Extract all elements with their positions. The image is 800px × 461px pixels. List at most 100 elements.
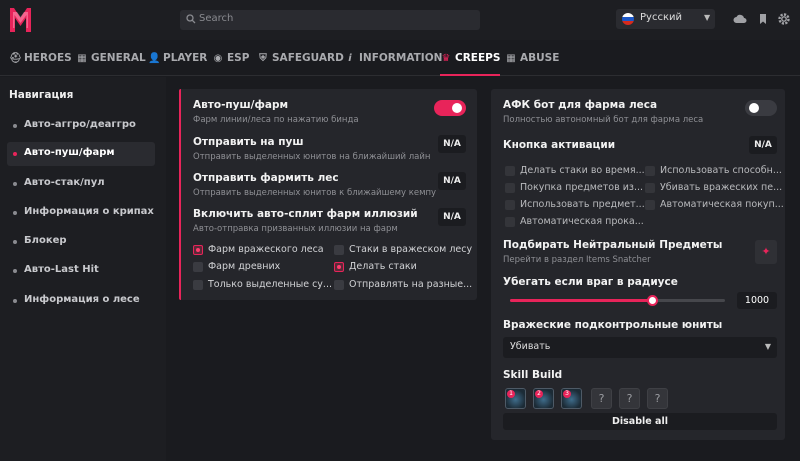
checkbox-label: Делать стаки — [349, 261, 417, 272]
tab-label: ESP — [227, 52, 250, 64]
neutral-items-title: Подбирать Нейтральный Предметы — [503, 239, 723, 251]
tab-safeguard[interactable]: ⛨ SAFEGUARD — [257, 52, 344, 76]
sidebar-item-label: Авто-стак/пул — [24, 177, 105, 188]
checkbox-box — [505, 217, 515, 227]
sidebar-item-auto-aggro[interactable]: Авто-аггро/деаггро — [7, 114, 155, 138]
question-icon: ? — [598, 392, 605, 405]
disable-all-button[interactable]: Disable all — [503, 413, 777, 430]
slider-thumb[interactable] — [646, 295, 658, 306]
send-push-subtitle: Отправить выделенных юнитов на ближайший… — [193, 152, 431, 162]
sidebar-item-blocker[interactable]: Блокер — [7, 230, 155, 254]
gear-icon[interactable] — [777, 12, 791, 26]
auto-split-bind-button[interactable]: N/A — [438, 208, 466, 226]
language-select[interactable]: Русский ▼ — [616, 9, 715, 29]
question-icon: ? — [654, 392, 661, 405]
bullet-icon — [13, 152, 17, 156]
sidebar-item-forest-info[interactable]: Информация о лесе — [7, 289, 155, 313]
checkbox-box — [193, 245, 203, 255]
sidebar-item-label: Блокер — [24, 235, 67, 246]
search-input[interactable]: Search — [180, 10, 480, 30]
afk-bot-toggle[interactable] — [745, 100, 777, 116]
sidebar-item-auto-stack[interactable]: Авто-стак/пул — [7, 172, 155, 196]
activation-key-title: Кнопка активации — [503, 139, 616, 151]
question-icon: ? — [626, 392, 633, 405]
send-farm-bind-button[interactable]: N/A — [438, 172, 466, 190]
sidebar-item-last-hit[interactable]: Авто-Last Hit — [7, 259, 155, 283]
tab-label: HEROES — [24, 52, 72, 64]
bookmark-icon[interactable] — [756, 12, 770, 26]
tab-general[interactable]: ▦ GENERAL — [76, 52, 146, 76]
checkbox-label: Автоматическая прока... — [520, 216, 644, 227]
tab-heroes[interactable]: ⛑ HEROES — [9, 52, 72, 76]
bullet-icon — [13, 299, 17, 303]
hero-icon: ⛑ — [9, 53, 22, 64]
checkbox-box — [505, 166, 515, 176]
sidebar-item-label: Информация о крипах — [24, 206, 154, 217]
tab-label: INFORMATION — [359, 52, 443, 64]
checkbox-label: Стаки в вражеском лесу — [349, 244, 473, 255]
checkbox-label: Покупка предметов из... — [520, 182, 644, 193]
auto-split-subtitle: Авто-отправка призванных иллюзии на фарм — [193, 224, 398, 234]
skill-slot-2[interactable]: 2 — [533, 388, 554, 409]
grid-icon: ▦ — [506, 53, 516, 64]
main-tabs: ⛑ HEROES ▦ GENERAL 👤 PLAYER ◉ ESP ⛨ SAFEGUARD… — [0, 40, 800, 76]
user-icon: 👤 — [148, 53, 161, 64]
toggle-knob — [749, 103, 759, 113]
auto-push-toggle[interactable] — [434, 100, 466, 116]
auto-split-title: Включить авто-сплит фарм иллюзий — [193, 208, 418, 220]
flee-radius-value[interactable]: 1000 — [737, 292, 777, 309]
tab-creeps[interactable]: ♛ CREEPS — [440, 52, 501, 76]
enemy-units-selected: Убивать — [510, 341, 551, 352]
bullet-icon — [13, 182, 17, 186]
skill-slot-3[interactable]: 3 — [561, 388, 582, 409]
language-label: Русский — [640, 12, 682, 23]
tab-player[interactable]: 👤 PLAYER — [148, 52, 207, 76]
tab-label: GENERAL — [91, 52, 146, 64]
bullet-icon — [13, 269, 17, 273]
app-logo — [10, 8, 31, 32]
checkbox-label: Фарм вражеского леса — [208, 244, 324, 255]
send-push-bind-button[interactable]: N/A — [438, 135, 466, 153]
send-farm-title: Отправить фармить лес — [193, 172, 339, 184]
info-icon: i — [348, 53, 352, 64]
sidebar-item-label: Авто-аггро/деаггро — [24, 119, 136, 130]
send-farm-subtitle: Отправить выделенных юнитов к ближайшему… — [193, 188, 437, 198]
grid-icon: ▦ — [77, 53, 87, 64]
flee-radius-slider[interactable] — [510, 295, 725, 306]
sidebar-item-label: Авто-пуш/фарм — [24, 147, 115, 158]
creep-icon: ♛ — [441, 53, 451, 64]
sidebar-item-auto-push[interactable]: Авто-пуш/фарм — [7, 142, 155, 166]
skill-order-badge: 1 — [507, 390, 515, 398]
shield-icon: ⛨ — [259, 53, 267, 64]
checkbox-box — [505, 200, 515, 210]
tab-information[interactable]: i INFORMATION — [344, 52, 442, 76]
russia-flag-icon — [622, 13, 634, 25]
flee-radius-title: Убегать если враг в радиусе — [503, 276, 678, 288]
enemy-units-select[interactable]: Убивать ▼ — [503, 337, 777, 358]
skill-slot-1[interactable]: 1 — [505, 388, 526, 409]
sidebar-item-creep-info[interactable]: Информация о крипах — [7, 201, 155, 225]
eye-icon: ◉ — [213, 53, 223, 64]
sidebar-item-label: Информация о лесе — [24, 294, 140, 305]
toggle-knob — [452, 103, 462, 113]
skill-slot-4[interactable]: ? — [591, 388, 612, 409]
checkbox-label: Отправлять на разные... — [349, 279, 473, 290]
checkbox-box — [193, 262, 203, 272]
bullet-icon — [13, 124, 17, 128]
tab-label: CREEPS — [455, 52, 501, 64]
checkbox-box — [645, 183, 655, 193]
skill-slot-6[interactable]: ? — [647, 388, 668, 409]
cloud-icon[interactable] — [733, 12, 747, 26]
afk-bot-subtitle: Полностью автономный бот для фарма леса — [503, 115, 704, 125]
top-bar: Search Русский ▼ — [0, 0, 800, 40]
tab-label: ABUSE — [520, 52, 560, 64]
activation-key-bind-button[interactable]: N/A — [749, 136, 777, 154]
tab-esp[interactable]: ◉ ESP — [212, 52, 250, 76]
checkbox-box — [505, 183, 515, 193]
sidebar-title: Навигация — [9, 89, 74, 101]
checkbox-label: Использовать предмет... — [520, 199, 645, 210]
afk-bot-title: АФК бот для фарма леса — [503, 99, 658, 111]
skill-slot-5[interactable]: ? — [619, 388, 640, 409]
pin-icon[interactable]: ✦ — [755, 240, 777, 264]
tab-abuse[interactable]: ▦ ABUSE — [505, 52, 559, 76]
